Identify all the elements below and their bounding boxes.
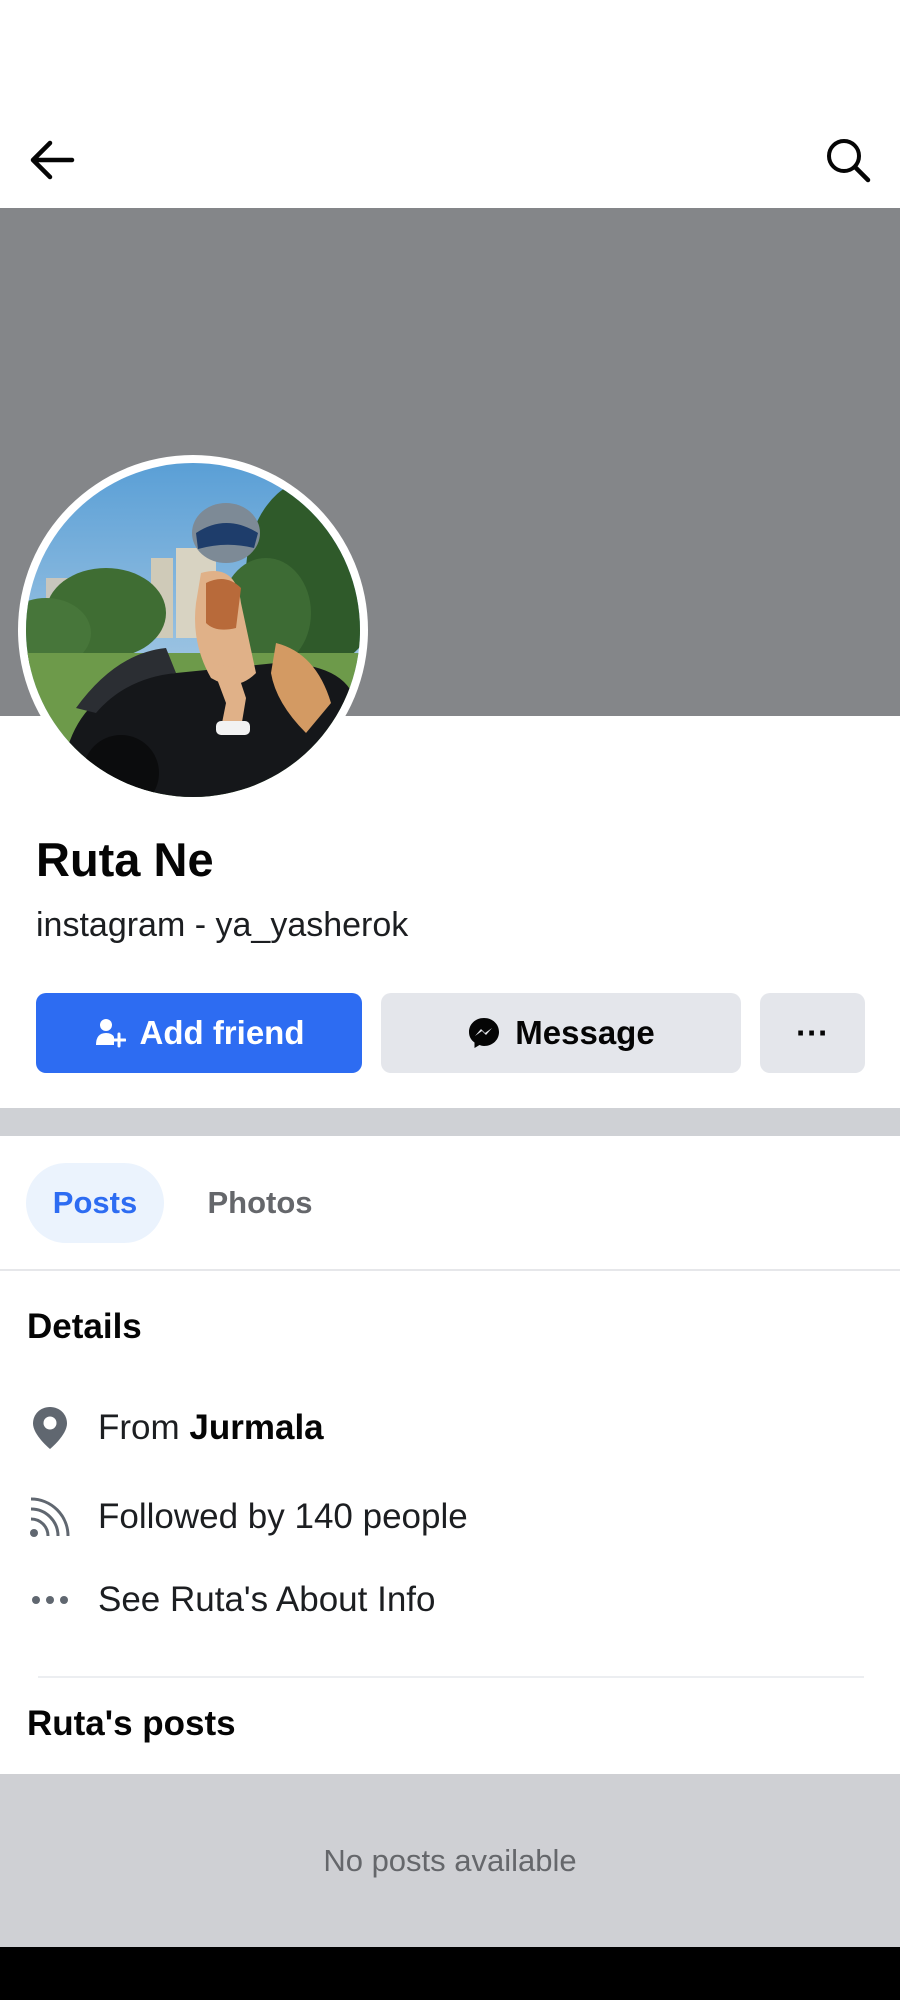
detail-followers: Followed by 140 people — [0, 1487, 900, 1547]
search-button[interactable] — [818, 130, 878, 190]
section-divider — [0, 1108, 900, 1136]
tab-photos[interactable]: Photos — [186, 1163, 334, 1243]
from-prefix: From — [98, 1408, 190, 1447]
top-bar — [0, 0, 900, 208]
no-posts-text: No posts available — [323, 1842, 577, 1878]
arrow-left-icon — [30, 140, 75, 180]
detail-from: From Jurmala — [0, 1398, 900, 1458]
profile-photo-image — [26, 463, 360, 797]
followers-text: Followed by 140 people — [98, 1497, 468, 1536]
see-about-info-link[interactable]: See Ruta's About Info — [0, 1570, 900, 1630]
more-dots-icon — [24, 1574, 76, 1626]
details-separator — [38, 1676, 864, 1678]
message-button[interactable]: Message — [381, 993, 741, 1073]
more-dots-icon: ··· — [796, 1014, 829, 1051]
profile-name: Ruta Ne — [36, 833, 214, 886]
add-friend-icon — [94, 1017, 126, 1049]
empty-posts-panel: No posts available — [0, 1774, 900, 1947]
profile-photo — [26, 463, 360, 797]
profile-page: Ruta Ne instagram - ya_yasherok Add frie… — [0, 0, 900, 2000]
system-navigation-bar — [0, 1947, 900, 2000]
about-text: See Ruta's About Info — [98, 1580, 436, 1619]
tab-posts[interactable]: Posts — [26, 1163, 164, 1243]
tabs-divider — [0, 1269, 900, 1271]
add-friend-label: Add friend — [139, 1014, 305, 1051]
back-button[interactable] — [22, 130, 82, 190]
from-text: From Jurmala — [98, 1408, 324, 1448]
messenger-icon — [467, 1016, 501, 1050]
profile-bio: instagram - ya_yasherok — [36, 906, 409, 944]
message-label: Message — [515, 1014, 655, 1051]
search-icon — [827, 139, 871, 183]
rss-feed-icon — [24, 1491, 76, 1543]
more-options-button[interactable]: ··· — [760, 993, 865, 1073]
details-heading: Details — [27, 1307, 142, 1346]
location-pin-icon — [24, 1402, 76, 1454]
from-place: Jurmala — [189, 1408, 324, 1447]
avatar[interactable] — [18, 455, 368, 805]
posts-heading: Ruta's posts — [27, 1704, 236, 1743]
add-friend-button[interactable]: Add friend — [36, 993, 362, 1073]
